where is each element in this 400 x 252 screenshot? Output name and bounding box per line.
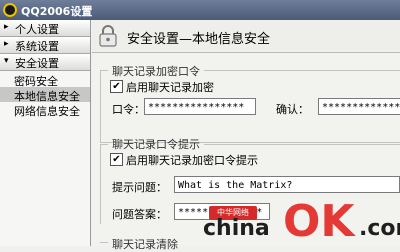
enable-hint-checkbox[interactable]: ✔: [110, 153, 123, 166]
group-border: [100, 144, 108, 145]
sidebar-item-local-info-security[interactable]: 本地信息安全: [0, 87, 90, 103]
hint-question-field[interactable]: What is the Matrix?: [174, 176, 400, 193]
group-title-chat-password: 聊天记录加密口令: [112, 65, 200, 78]
panel-header: 安全设置—本地信息安全: [92, 20, 400, 53]
group-title-clear-history: 聊天记录清除: [112, 238, 178, 251]
sidebar-section-system[interactable]: ▸ 系统设置: [0, 37, 90, 54]
window-title: QQ2006设置: [21, 5, 93, 18]
group-title-password-hint: 聊天记录口令提示: [112, 138, 200, 151]
window-title-bar: QQ2006设置: [0, 0, 400, 20]
qq-penguin-icon: [3, 3, 17, 17]
enable-encryption-label: 启用聊天记录加密: [126, 81, 214, 94]
password-field[interactable]: ****************: [144, 98, 256, 115]
watermark-china-text: china: [203, 216, 270, 241]
group-border: [100, 144, 101, 224]
watermark-ok-text: OK: [283, 196, 355, 247]
enable-encryption-checkbox[interactable]: ✔: [110, 80, 123, 93]
sidebar-item-network-info-security[interactable]: 网络信息安全: [0, 102, 90, 118]
watermark-com-text: .com: [359, 216, 400, 241]
expand-arrow-icon: ▸: [4, 22, 9, 32]
sidebar-section-label: 系统设置: [15, 40, 59, 53]
password-label: 口令：: [112, 103, 145, 116]
group-border: [100, 242, 108, 243]
hint-answer-label: 问题答案：: [112, 208, 167, 221]
group-border: [100, 70, 108, 71]
group-border: [100, 70, 101, 142]
page-title: 安全设置—本地信息安全: [127, 32, 271, 47]
expand-arrow-icon: ▸: [4, 39, 9, 49]
sidebar-item-label: 网络信息安全: [14, 105, 80, 118]
sidebar-section-label: 安全设置: [15, 57, 59, 70]
sidebar-item-password-security[interactable]: 密码安全: [0, 72, 90, 88]
collapse-arrow-icon: ▾: [4, 56, 9, 66]
enable-hint-label: 启用聊天记录加密口令提示: [126, 154, 258, 167]
sidebar-section-security[interactable]: ▾ 安全设置: [0, 54, 90, 71]
chinaok-watermark: 中华网络 china OK .com: [203, 200, 400, 246]
lock-icon: [99, 25, 117, 47]
hint-question-label: 提示问题：: [112, 181, 167, 194]
confirm-password-field[interactable]: ****************: [318, 98, 400, 115]
group-border: [204, 144, 400, 145]
group-border: [204, 70, 400, 71]
settings-sidebar: ▸ 个人设置 ▸ 系统设置 ▾ 安全设置 密码安全 本地信息安全 网络信息安全: [0, 20, 91, 246]
confirm-label: 确认：: [276, 103, 309, 116]
sidebar-section-personal[interactable]: ▸ 个人设置: [0, 20, 90, 37]
sidebar-section-label: 个人设置: [15, 23, 59, 36]
